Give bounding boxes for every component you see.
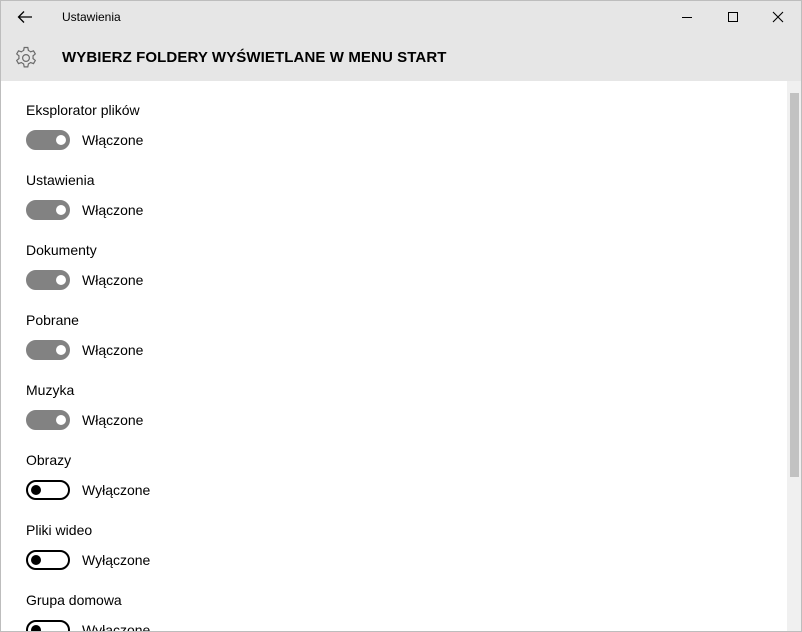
setting-pliki-wideo: Pliki wideo Wyłączone — [26, 501, 426, 571]
setting-label: Muzyka — [26, 382, 75, 398]
setting-eksplorator-plikow: Eksplorator plików Włączone — [26, 81, 426, 151]
toggle-knob — [31, 555, 41, 565]
maximize-button[interactable] — [710, 1, 756, 33]
toggle-switch[interactable] — [26, 620, 70, 631]
toggle-switch[interactable] — [26, 550, 70, 570]
setting-label: Obrazy — [26, 452, 72, 468]
setting-label: Ustawienia — [26, 172, 95, 188]
toggle-state-label: Wyłączone — [82, 482, 151, 498]
toggle-switch[interactable] — [26, 130, 70, 150]
toggle-state-label: Wyłączone — [82, 552, 151, 568]
settings-window: Ustawienia WYBIERZ FOLDERY WYŚWIETLANE W… — [0, 0, 802, 632]
setting-ustawienia: Ustawienia Włączone — [26, 151, 426, 221]
toggle-knob — [56, 345, 66, 355]
toggle-state-label: Włączone — [82, 132, 144, 148]
title-bar: Ustawienia — [1, 1, 801, 33]
setting-label: Dokumenty — [26, 242, 97, 258]
setting-label: Grupa domowa — [26, 592, 122, 608]
gear-icon — [15, 46, 37, 68]
toggle-knob — [56, 275, 66, 285]
minimize-button[interactable] — [664, 1, 710, 33]
window-title: Ustawienia — [62, 10, 121, 24]
toggle-switch[interactable] — [26, 480, 70, 500]
setting-label: Pliki wideo — [26, 522, 93, 538]
toggle-knob — [56, 205, 66, 215]
page-title: WYBIERZ FOLDERY WYŚWIETLANE W MENU START — [62, 49, 447, 66]
toggle-switch[interactable] — [26, 200, 70, 220]
arrow-left-icon — [17, 11, 32, 23]
scrollbar-thumb[interactable] — [790, 93, 799, 477]
toggle-state-label: Włączone — [82, 342, 144, 358]
back-button[interactable] — [9, 5, 41, 29]
vertical-scrollbar[interactable] — [787, 81, 801, 631]
toggle-switch[interactable] — [26, 410, 70, 430]
toggle-knob — [31, 485, 41, 495]
close-button[interactable] — [755, 1, 801, 33]
toggle-switch[interactable] — [26, 270, 70, 290]
setting-dokumenty: Dokumenty Włączone — [26, 221, 426, 291]
setting-pobrane: Pobrane Włączone — [26, 291, 426, 361]
toggle-state-label: Wyłączone — [82, 622, 151, 632]
setting-label: Pobrane — [26, 312, 79, 328]
setting-muzyka: Muzyka Włączone — [26, 361, 426, 431]
settings-list: Eksplorator plików Włączone Ustawienia W… — [1, 81, 787, 632]
maximize-icon — [728, 12, 738, 22]
page-header: WYBIERZ FOLDERY WYŚWIETLANE W MENU START — [1, 33, 801, 81]
close-icon — [772, 11, 784, 23]
toggle-knob — [56, 135, 66, 145]
toggle-knob — [31, 625, 41, 631]
setting-grupa-domowa: Grupa domowa Wyłączone — [26, 571, 426, 632]
toggle-state-label: Włączone — [82, 412, 144, 428]
setting-label: Eksplorator plików — [26, 102, 140, 118]
toggle-state-label: Włączone — [82, 272, 144, 288]
toggle-switch[interactable] — [26, 340, 70, 360]
minimize-icon — [682, 17, 692, 18]
toggle-state-label: Włączone — [82, 202, 144, 218]
setting-obrazy: Obrazy Wyłączone — [26, 431, 426, 501]
toggle-knob — [56, 415, 66, 425]
